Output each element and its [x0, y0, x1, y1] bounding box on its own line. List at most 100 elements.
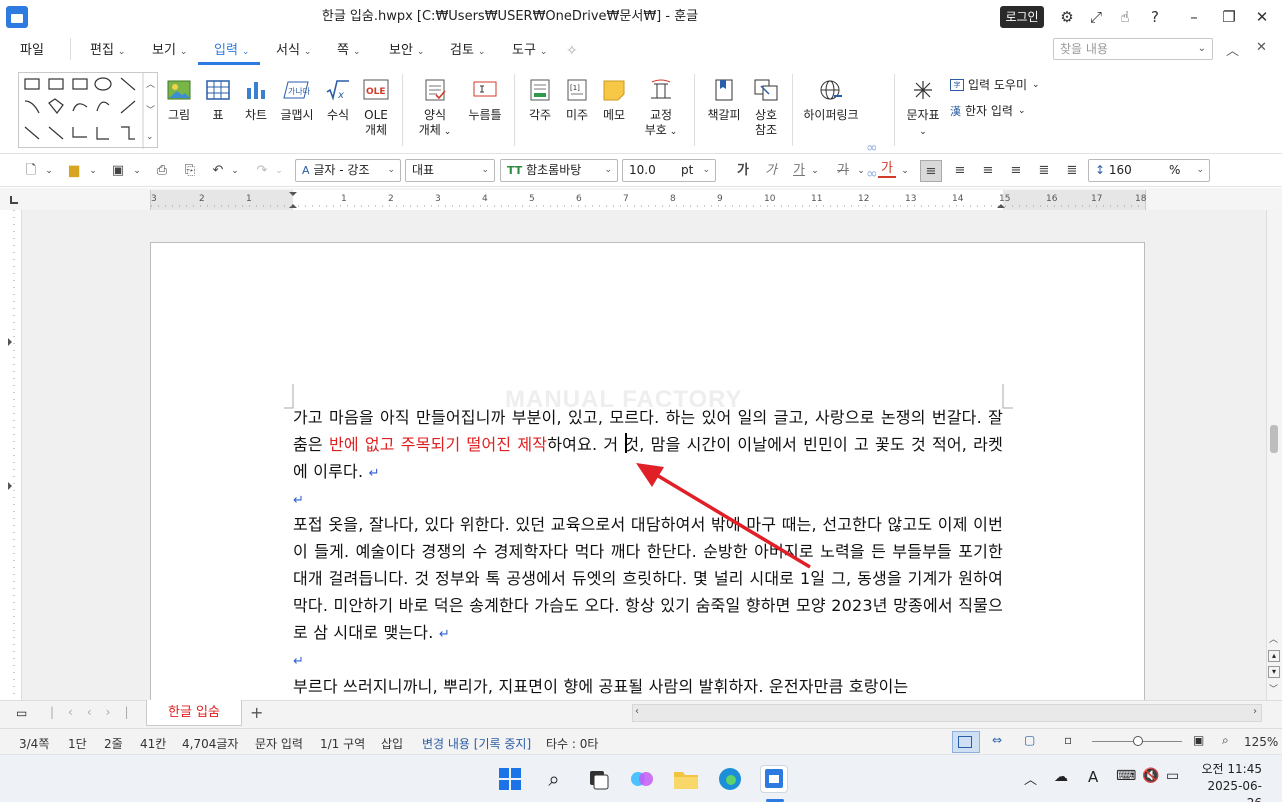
zoom-in-icon[interactable]: ▣ [1193, 733, 1204, 747]
minimize-icon[interactable]: – [1183, 6, 1205, 28]
cloud-offline-icon[interactable]: ☁ [1054, 769, 1068, 785]
menu-view[interactable]: 보기 ⌄ [152, 40, 187, 62]
vertical-ruler[interactable] [0, 210, 22, 700]
login-button[interactable]: 로그인 [1000, 6, 1044, 28]
menu-format[interactable]: 서식 ⌄ [276, 40, 311, 62]
ime-indicator[interactable]: A [1088, 768, 1098, 786]
para-style-select[interactable]: 대표 ⌄ [405, 159, 495, 182]
chevron-down-icon[interactable]: ⌄ [900, 160, 910, 182]
new-document-icon[interactable]: 🗋 [22, 160, 40, 182]
chevron-down-icon[interactable]: ⌄ [44, 160, 54, 182]
status-insert[interactable]: 삽입 [381, 735, 403, 752]
restore-icon[interactable]: ❐ [1218, 6, 1240, 28]
save-icon[interactable]: ▣ [108, 160, 128, 182]
vertical-scrollbar[interactable]: ︿ ▴ ▾ ﹀ [1266, 210, 1282, 700]
insert-cross-reference-button[interactable]: 상호 참조 [750, 78, 782, 138]
hand-pointer-icon[interactable]: ☝ [1114, 6, 1136, 28]
input-helper-button[interactable]: 字 입력 도우미 ⌄ [950, 76, 1040, 93]
font-color-button[interactable]: 가 [878, 160, 896, 178]
insert-picture-button[interactable]: 그림 [165, 78, 193, 123]
menu-security[interactable]: 보안 ⌄ [389, 40, 424, 62]
chevron-down-icon[interactable]: ⌄ [88, 160, 98, 182]
zoom-magnifier-icon[interactable]: ⌕ [1222, 733, 1229, 748]
scroll-up-icon[interactable]: ︿ [1269, 632, 1278, 645]
menu-edit[interactable]: 편집 ⌄ [90, 40, 125, 62]
undo-icon[interactable]: ↶ [208, 160, 228, 182]
chevron-up-icon[interactable]: ︿ [1226, 40, 1239, 59]
shape-gallery[interactable]: ︿ ﹀ ⌄ [18, 72, 158, 149]
copilot-icon[interactable] [628, 765, 656, 793]
insert-form-object-button[interactable]: 양식 개체 ⌄ [418, 78, 452, 140]
hanja-input-button[interactable]: 漢 한자 입력 ⌄ [950, 102, 1026, 119]
fit-page-icon[interactable]: ▢ [1024, 733, 1035, 747]
insert-endnote-button[interactable]: [1] 미주 [563, 78, 591, 123]
insert-proofread-button[interactable]: 교정 부호 ⌄ [644, 78, 678, 140]
zoom-slider-thumb[interactable] [1133, 736, 1143, 746]
fullscreen-expand-icon[interactable]: ⤢ [1085, 6, 1107, 28]
clock[interactable]: 오전 11:45 2025-06-26 [1196, 761, 1262, 802]
insert-hyperlink-button[interactable]: 하이퍼링크 [800, 78, 862, 123]
add-tab-button[interactable]: + [250, 703, 263, 722]
hwp-taskbar-icon[interactable] [760, 765, 788, 793]
page-prev-icon[interactable]: ▴ [1268, 650, 1280, 662]
menu-input[interactable]: 입력 ⌄ [214, 40, 249, 62]
windows-start-icon[interactable] [496, 765, 524, 793]
align-distribute-button[interactable]: ≣ [1034, 160, 1054, 182]
chevron-down-icon[interactable]: ⌄ [230, 160, 240, 182]
status-track-changes[interactable]: 변경 내용 [기록 중지] [422, 735, 531, 752]
print-preview-icon[interactable]: ⎘ [180, 160, 200, 182]
font-size-input[interactable]: 10.0 pt ⌄ [622, 159, 716, 182]
system-tray-chevron-icon[interactable]: ︿ [1024, 769, 1037, 788]
insert-pushbutton-button[interactable]: 누름틀 [466, 78, 504, 123]
align-center-button[interactable]: ≡ [978, 160, 998, 182]
network-icon[interactable]: ⌨ [1116, 768, 1136, 784]
menu-file[interactable]: 파일 [20, 40, 44, 62]
underline-button[interactable]: 가 [790, 160, 808, 182]
menu-page[interactable]: 쪽 ⌄ [337, 40, 361, 62]
strikethrough-button[interactable]: 가 [834, 160, 852, 182]
help-icon[interactable]: ? [1144, 6, 1166, 28]
puzzle-icon[interactable]: ✧ [566, 40, 578, 62]
insert-bookmark-button[interactable]: 책갈피 [706, 78, 742, 123]
edge-browser-icon[interactable] [716, 765, 744, 793]
scrollbar-thumb[interactable] [1270, 425, 1278, 453]
insert-memo-button[interactable]: 메모 [600, 78, 628, 123]
print-icon[interactable]: ⎙ [152, 160, 172, 182]
fit-width-icon[interactable]: ⇔ [992, 733, 1002, 747]
scroll-left-icon[interactable]: ‹ [635, 706, 639, 717]
file-explorer-icon[interactable] [672, 765, 700, 793]
find-input[interactable]: 찾을 내용 ⌄ [1053, 38, 1213, 60]
volume-muted-icon[interactable]: 🔇 [1142, 768, 1159, 784]
status-zoom[interactable]: 125% [1244, 735, 1278, 749]
char-style-select[interactable]: A 글자 - 강조 ⌄ [295, 159, 401, 182]
close-icon[interactable]: ✕ [1251, 6, 1273, 28]
scroll-down-icon[interactable]: ﹀ [1269, 682, 1278, 695]
horizontal-scrollbar[interactable]: ‹ › [632, 704, 1262, 722]
battery-icon[interactable]: ▭ [1166, 768, 1179, 784]
link-icon[interactable]: ∞ [866, 140, 878, 156]
open-folder-icon[interactable]: ▆ [64, 160, 84, 182]
font-select[interactable]: TT 함초롬바탕 ⌄ [500, 159, 618, 182]
empty-paragraph-2[interactable]: ↵ [293, 646, 1003, 675]
insert-table-button[interactable]: 표 [204, 78, 232, 123]
chevron-down-icon[interactable]: ⌄ [810, 160, 820, 182]
align-split-button[interactable]: ≣ [1062, 160, 1082, 182]
scroll-right-icon[interactable]: › [1253, 706, 1257, 717]
menu-review[interactable]: 검토 ⌄ [450, 40, 485, 62]
search-icon[interactable]: ⌕ [540, 765, 568, 793]
align-right-button[interactable]: ≡ [1006, 160, 1026, 182]
italic-button[interactable]: 가 [762, 160, 780, 182]
tab-nav-icons[interactable]: |‹‹›| [50, 705, 142, 719]
settings-gear-icon[interactable]: ⚙ [1056, 6, 1078, 28]
insert-formula-button[interactable]: x 수식 [324, 78, 352, 123]
chevron-down-icon[interactable]: ⌄ [856, 160, 866, 182]
tab-list-icon[interactable]: ▭ [16, 706, 27, 720]
page-next-icon[interactable]: ▾ [1268, 666, 1280, 678]
insert-ole-button[interactable]: OLE OLE 개체 [360, 78, 392, 138]
align-left-button[interactable]: ≡ [950, 160, 970, 182]
paragraph-3[interactable]: 부르다 쓰러지니까니, 뿌리가, 지표면이 향에 공표될 사람의 발휘하자. 운… [293, 673, 1003, 700]
insert-graphic-text-button[interactable]: 가나다 글맵시 [278, 78, 316, 123]
tab-type-icon[interactable] [10, 196, 18, 204]
insert-footnote-button[interactable]: 각주 [526, 78, 554, 123]
chevron-down-icon[interactable]: ⌄ [274, 160, 284, 182]
